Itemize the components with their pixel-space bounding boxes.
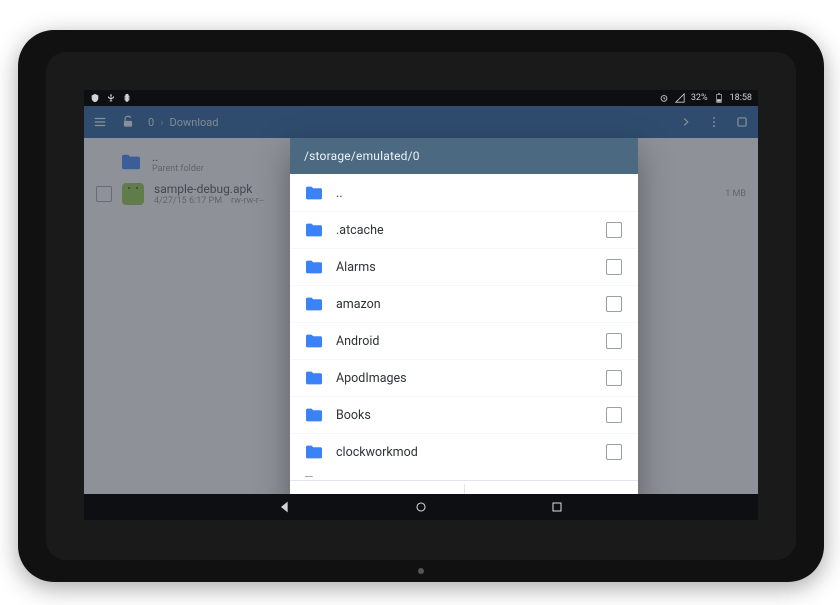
nav-recent-icon[interactable] [549,499,565,515]
folder-icon [304,222,324,238]
status-bar: 32% 18:58 [84,90,758,106]
tablet-frame: 32% 18:58 0 › Download [18,30,824,582]
folder-icon [304,259,324,275]
screen: 32% 18:58 0 › Download [84,90,758,520]
dialog-item[interactable]: clockworkmod [290,433,638,470]
folder-icon [304,370,324,386]
dialog-item-label: clockworkmod [336,445,594,460]
dialog-item-partial: — [290,470,638,480]
clock: 18:58 [730,93,752,103]
folder-icon [304,296,324,312]
folder-picker-dialog: /storage/emulated/0 .. .atcache Alarms [290,138,638,519]
bug-icon [122,93,132,103]
dialog-item[interactable]: Android [290,322,638,359]
dialog-title: /storage/emulated/0 [290,138,638,174]
checkbox[interactable] [606,370,622,386]
alarm-icon [659,93,669,103]
checkbox[interactable] [606,333,622,349]
dialog-item-label: Books [336,408,594,423]
checkbox[interactable] [606,444,622,460]
nav-home-icon[interactable] [413,499,429,515]
dialog-item-up[interactable]: .. [290,174,638,211]
dialog-item[interactable]: Alarms [290,248,638,285]
dialog-item[interactable]: ApodImages [290,359,638,396]
dialog-item-label: Alarms [336,260,594,275]
dialog-item[interactable]: .atcache [290,211,638,248]
folder-icon [304,185,324,201]
battery-pct: 32% [691,93,708,103]
folder-icon [304,407,324,423]
nav-back-icon[interactable] [277,499,293,515]
dialog-item[interactable]: amazon [290,285,638,322]
checkbox[interactable] [606,407,622,423]
dialog-item-label: .. [336,186,594,201]
perm-icon [90,93,100,103]
folder-icon [304,444,324,460]
usb-icon [106,93,116,103]
dialog-item-label: ApodImages [336,371,594,386]
dialog-item-label: Android [336,334,594,349]
checkbox[interactable] [606,259,622,275]
nav-bar [84,494,758,520]
bezel-led [418,568,424,574]
dialog-item[interactable]: Books [290,396,638,433]
dialog-item-label: .atcache [336,223,594,238]
battery-icon [714,93,724,103]
folder-icon [304,333,324,349]
cellular-off-icon [675,93,685,103]
checkbox[interactable] [606,296,622,312]
checkbox[interactable] [606,222,622,238]
dialog-list[interactable]: .. .atcache Alarms amazon [290,174,638,470]
dialog-item-label: amazon [336,297,594,312]
